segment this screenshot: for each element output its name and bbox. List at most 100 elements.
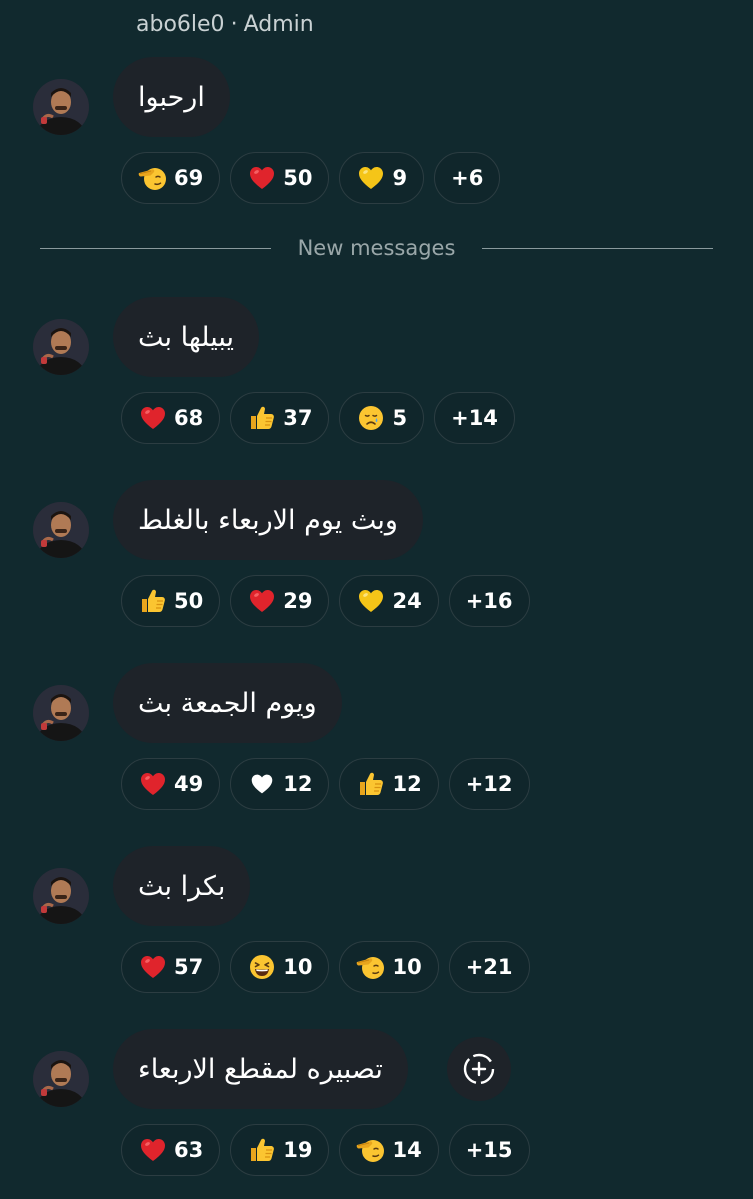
reaction-pill[interactable]: 57 bbox=[121, 941, 221, 993]
crying-face-icon bbox=[356, 403, 386, 433]
reaction-pill[interactable]: 19 bbox=[230, 1124, 330, 1176]
message-row: ويوم الجمعة بث 49 12 12 +12 bbox=[0, 663, 753, 823]
red-heart-icon bbox=[138, 403, 168, 433]
message-text: بكرا بث bbox=[138, 870, 226, 902]
more-reactions-button[interactable]: +15 bbox=[448, 1124, 530, 1176]
more-reactions-count: +14 bbox=[451, 406, 498, 430]
reaction-count: 69 bbox=[174, 166, 204, 190]
divider-line-right bbox=[482, 248, 713, 249]
avatar[interactable] bbox=[33, 1051, 89, 1107]
reaction-count: 19 bbox=[283, 1138, 313, 1162]
thumbs-up-icon bbox=[138, 586, 168, 616]
reaction-pill[interactable]: 10 bbox=[339, 941, 439, 993]
reaction-pill[interactable]: 10 bbox=[230, 941, 330, 993]
avatar[interactable] bbox=[33, 79, 89, 135]
message-bubble[interactable]: وبث يوم الاربعاء بالغلط bbox=[113, 480, 423, 560]
message-bubble[interactable]: ارحبوا bbox=[113, 57, 230, 137]
message-row: يبيلها بث 68 37 5 +14 bbox=[0, 297, 753, 457]
reaction-pill[interactable]: 63 bbox=[121, 1124, 221, 1176]
reactions-bar: 68 37 5 +14 bbox=[121, 392, 515, 446]
reactions-bar: 50 29 24 +16 bbox=[121, 575, 530, 629]
more-reactions-count: +12 bbox=[465, 772, 513, 796]
thumbs-up-icon bbox=[247, 1135, 277, 1165]
more-reactions-button[interactable]: +6 bbox=[434, 152, 501, 204]
reaction-pill[interactable]: 68 bbox=[121, 392, 221, 444]
reaction-pill[interactable]: 12 bbox=[339, 758, 439, 810]
reaction-pill[interactable]: 29 bbox=[230, 575, 330, 627]
red-heart-icon bbox=[247, 586, 277, 616]
more-reactions-count: +21 bbox=[465, 955, 513, 979]
more-reactions-button[interactable]: +16 bbox=[448, 575, 530, 627]
more-reactions-button[interactable]: +14 bbox=[434, 392, 515, 444]
more-reactions-count: +16 bbox=[465, 589, 513, 613]
red-heart-icon bbox=[247, 163, 277, 193]
message-row: وبث يوم الاربعاء بالغلط 50 29 24 +16 bbox=[0, 480, 753, 640]
reaction-pill[interactable]: 24 bbox=[339, 575, 439, 627]
reaction-pill[interactable]: 5 bbox=[339, 392, 425, 444]
more-reactions-button[interactable]: +12 bbox=[448, 758, 530, 810]
more-reactions-count: +15 bbox=[465, 1138, 513, 1162]
message-bubble[interactable]: بكرا بث bbox=[113, 846, 251, 926]
reaction-count: 49 bbox=[174, 772, 204, 796]
reaction-count: 57 bbox=[174, 955, 204, 979]
reactions-bar: 49 12 12 +12 bbox=[121, 758, 530, 812]
thumbs-up-icon bbox=[247, 403, 277, 433]
thumbs-up-icon bbox=[356, 769, 386, 799]
message-text: ويوم الجمعة بث bbox=[138, 687, 317, 719]
reaction-count: 50 bbox=[174, 589, 204, 613]
red-heart-icon bbox=[138, 952, 168, 982]
reaction-count: 37 bbox=[283, 406, 313, 430]
sender-name[interactable]: abo6le0 bbox=[136, 12, 225, 37]
reaction-pill[interactable]: 50 bbox=[121, 575, 221, 627]
message-bubble[interactable]: ويوم الجمعة بث bbox=[113, 663, 342, 743]
reaction-pill[interactable]: 9 bbox=[339, 152, 425, 204]
avatar[interactable] bbox=[33, 685, 89, 741]
yellow-heart-icon bbox=[356, 586, 386, 616]
more-reactions-button[interactable]: +21 bbox=[448, 941, 530, 993]
reaction-pill[interactable]: 12 bbox=[230, 758, 330, 810]
reaction-pill[interactable]: 14 bbox=[339, 1124, 439, 1176]
add-reaction-button[interactable] bbox=[447, 1037, 511, 1101]
saluting-face-icon bbox=[356, 1135, 386, 1165]
new-messages-divider: New messages bbox=[40, 236, 713, 262]
reaction-count: 50 bbox=[283, 166, 313, 190]
message-row: بكرا بث 57 10 10 +21 bbox=[0, 846, 753, 1006]
reaction-count: 29 bbox=[283, 589, 313, 613]
reaction-count: 12 bbox=[283, 772, 313, 796]
reaction-pill[interactable]: 49 bbox=[121, 758, 221, 810]
avatar[interactable] bbox=[33, 319, 89, 375]
more-reactions-count: +6 bbox=[451, 166, 484, 190]
reaction-pill[interactable]: 50 bbox=[230, 152, 330, 204]
yellow-heart-icon bbox=[356, 163, 386, 193]
red-heart-icon bbox=[138, 769, 168, 799]
sender-role: Admin bbox=[243, 12, 314, 37]
reaction-pill[interactable]: 69 bbox=[121, 152, 221, 204]
reaction-count: 24 bbox=[392, 589, 422, 613]
saluting-face-icon bbox=[138, 163, 168, 193]
reaction-count: 68 bbox=[174, 406, 204, 430]
message-text: وبث يوم الاربعاء بالغلط bbox=[138, 504, 398, 536]
message-bubble[interactable]: يبيلها بث bbox=[113, 297, 260, 377]
message-text: يبيلها بث bbox=[138, 321, 235, 353]
reactions-bar: 63 19 14 +15 bbox=[121, 1124, 530, 1178]
message-text: ارحبوا bbox=[138, 81, 205, 113]
message-row: تصبيره لمقطع الاربعاء 63 19 14 +15 bbox=[0, 1029, 753, 1189]
reaction-pill[interactable]: 37 bbox=[230, 392, 330, 444]
saluting-face-icon bbox=[356, 952, 386, 982]
sender-separator: · bbox=[230, 12, 238, 37]
reaction-count: 10 bbox=[392, 955, 422, 979]
message-bubble[interactable]: تصبيره لمقطع الاربعاء bbox=[113, 1029, 408, 1109]
message-row: ارحبوا 69 50 9 +6 bbox=[0, 57, 753, 217]
avatar[interactable] bbox=[33, 502, 89, 558]
reactions-bar: 69 50 9 +6 bbox=[121, 152, 501, 206]
white-heart-icon bbox=[247, 769, 277, 799]
reaction-count: 9 bbox=[392, 166, 408, 190]
avatar[interactable] bbox=[33, 868, 89, 924]
reactions-bar: 57 10 10 +21 bbox=[121, 941, 530, 995]
message-sender-header: abo6le0 · Admin bbox=[136, 12, 314, 37]
message-text: تصبيره لمقطع الاربعاء bbox=[138, 1053, 383, 1085]
laughing-face-icon bbox=[247, 952, 277, 982]
red-heart-icon bbox=[138, 1135, 168, 1165]
reaction-count: 63 bbox=[174, 1138, 204, 1162]
reaction-count: 5 bbox=[392, 406, 408, 430]
